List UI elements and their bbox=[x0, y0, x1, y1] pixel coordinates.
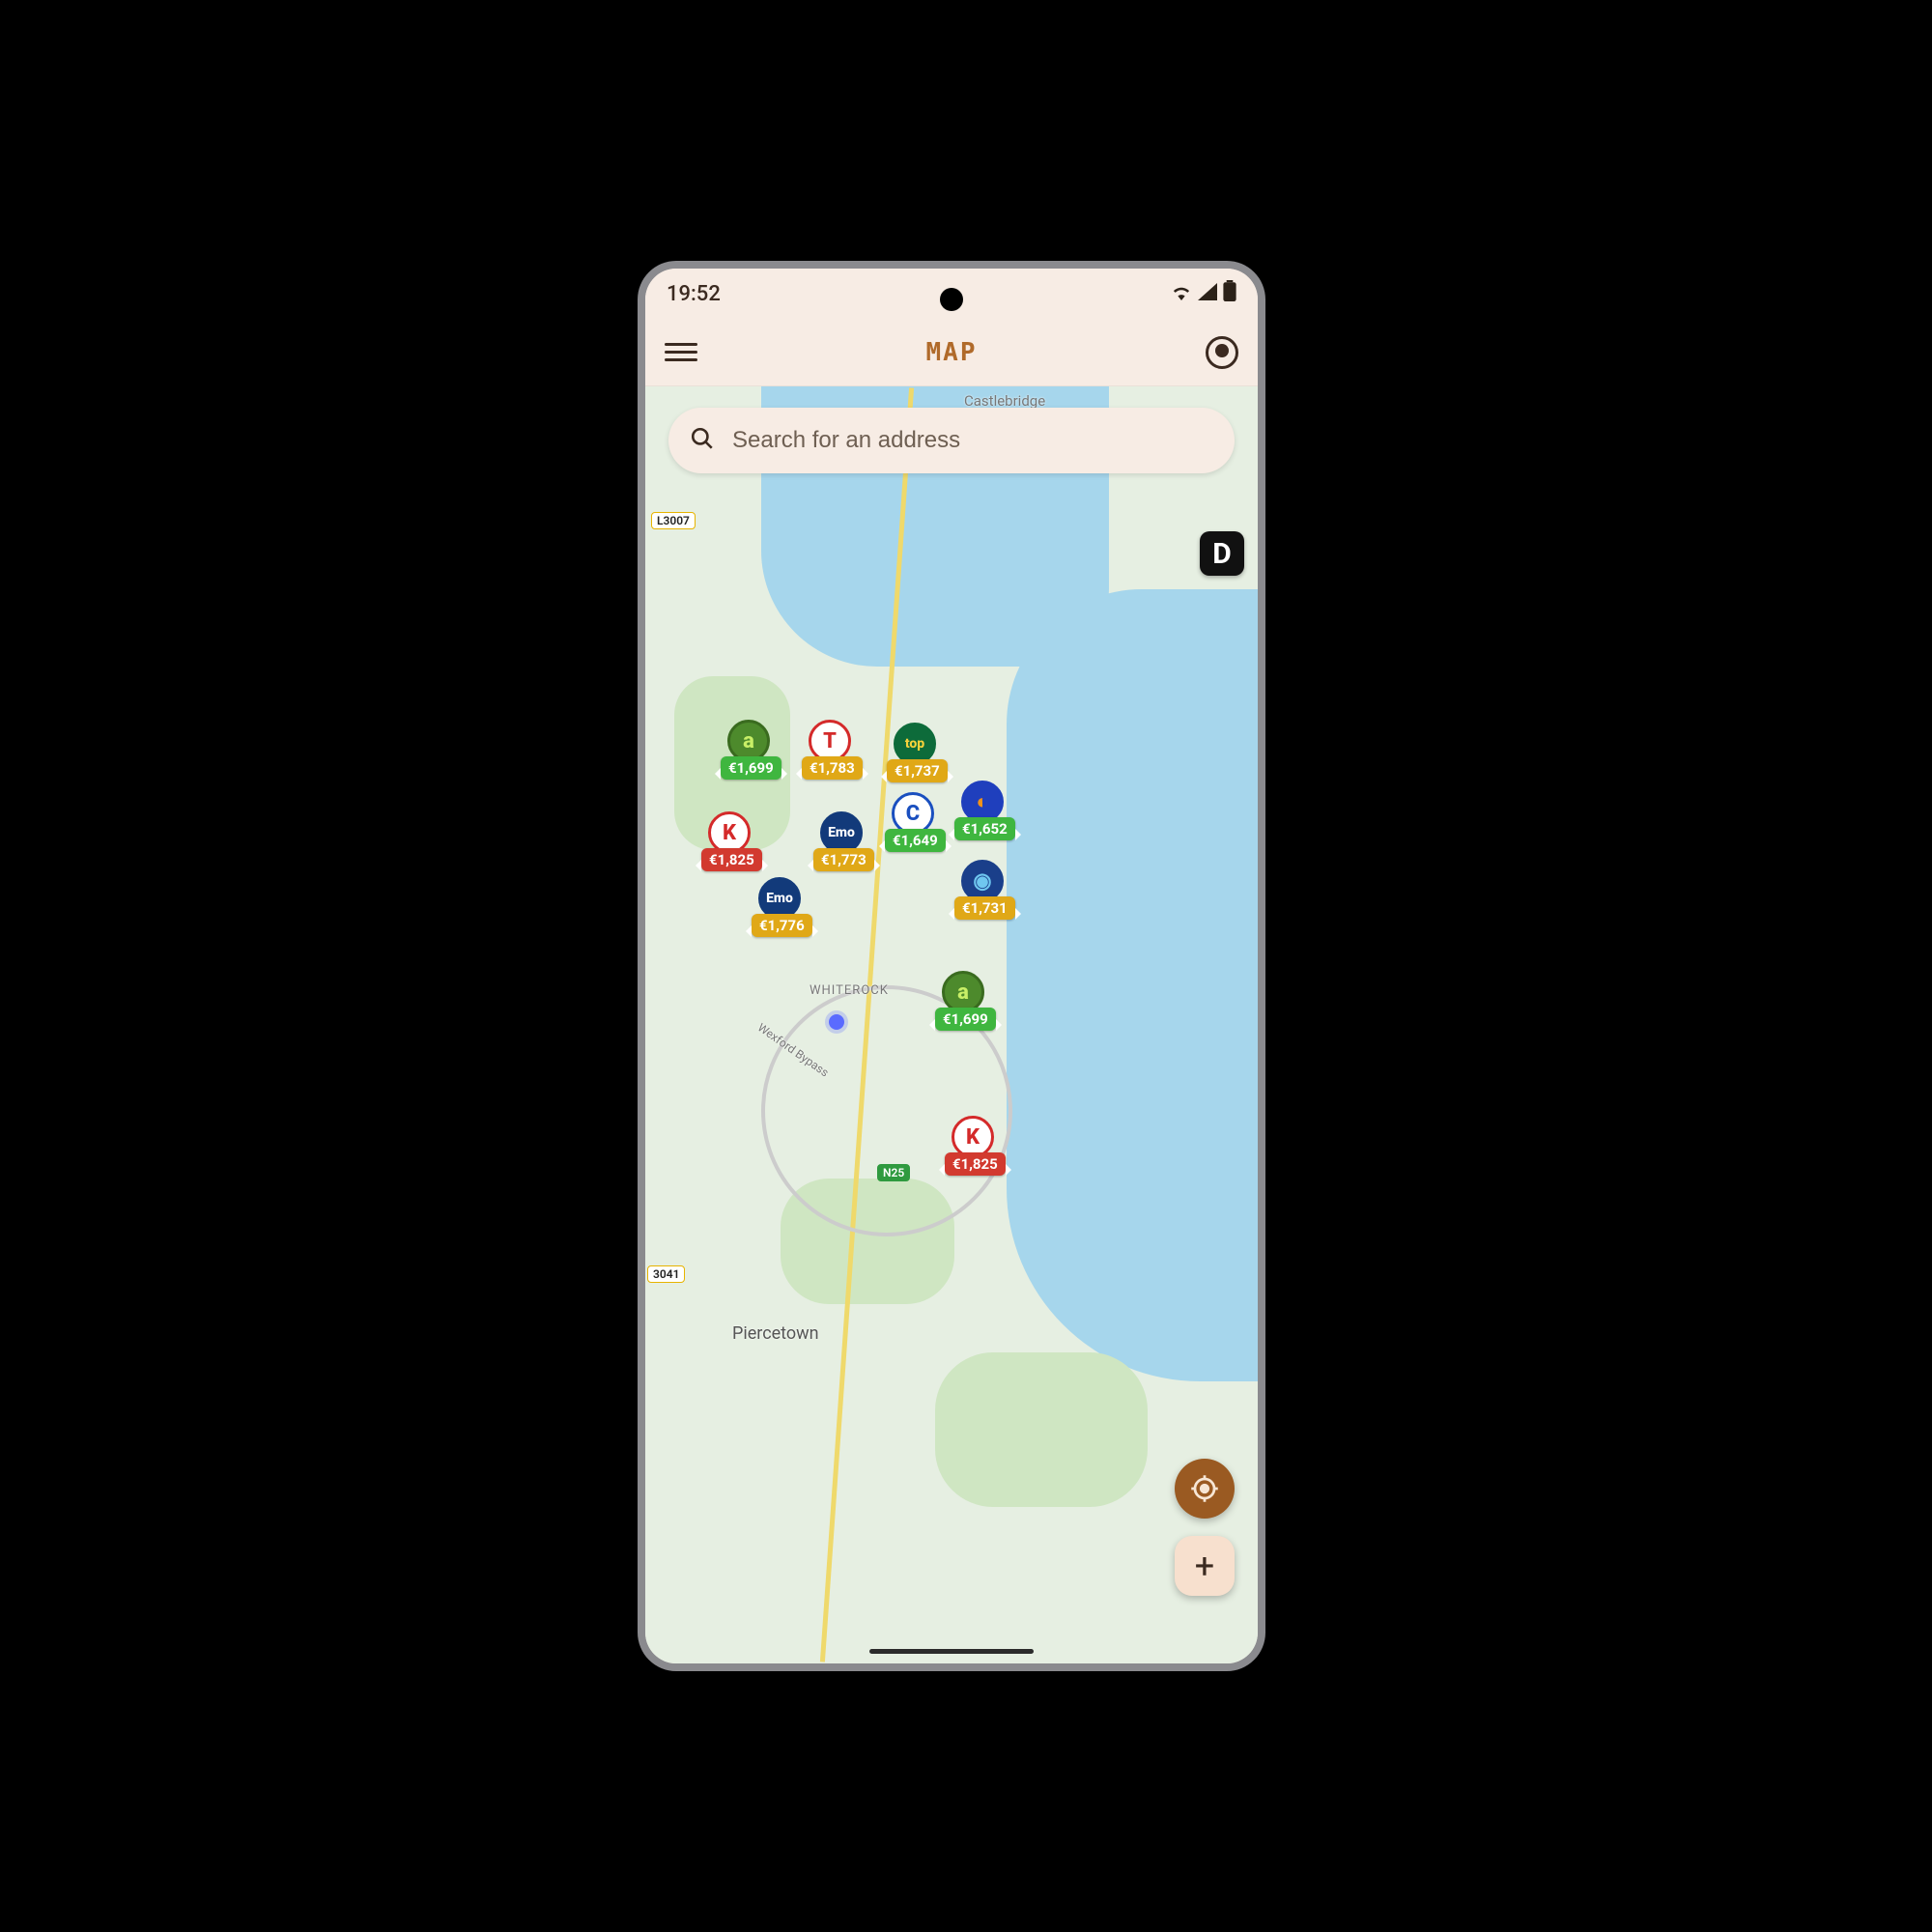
station-pin-maxol[interactable]: ◐€1,652 bbox=[954, 781, 1010, 860]
station-pin-emo[interactable]: Emo€1,773 bbox=[813, 811, 869, 891]
price-label: €1,737 bbox=[887, 759, 948, 782]
price-label: €1,649 bbox=[885, 829, 946, 852]
map-canvas[interactable]: Castlebridge WHITEROCK Piercetown Wexfor… bbox=[645, 386, 1258, 1663]
wifi-icon bbox=[1171, 282, 1192, 306]
map-place-label: Piercetown bbox=[732, 1323, 819, 1344]
station-pin-topoil[interactable]: top€1,737 bbox=[887, 723, 943, 802]
camera-hole-icon bbox=[940, 288, 963, 311]
fuel-type-toggle[interactable]: D bbox=[1200, 531, 1244, 576]
station-pin-circlek[interactable]: K€1,825 bbox=[945, 1116, 1001, 1195]
phone-frame: 19:52 MAP bbox=[638, 261, 1265, 1671]
menu-icon[interactable] bbox=[665, 336, 697, 369]
locate-me-button[interactable] bbox=[1175, 1459, 1235, 1519]
price-label: €1,731 bbox=[954, 896, 1015, 920]
station-pin-applegreen[interactable]: a€1,699 bbox=[721, 720, 777, 799]
add-station-button[interactable]: + bbox=[1175, 1536, 1235, 1596]
app-bar: MAP bbox=[645, 319, 1258, 386]
search-bar[interactable] bbox=[668, 408, 1235, 473]
price-label: €1,652 bbox=[954, 817, 1015, 840]
station-pin-applegreen[interactable]: a€1,699 bbox=[935, 971, 991, 1050]
battery-icon bbox=[1223, 280, 1236, 307]
price-label: €1,783 bbox=[802, 756, 863, 780]
road-badge: L3007 bbox=[651, 512, 696, 529]
phone-screen: 19:52 MAP bbox=[645, 269, 1258, 1663]
map-water bbox=[1007, 589, 1258, 1381]
price-label: €1,699 bbox=[935, 1008, 996, 1031]
map-park bbox=[935, 1352, 1148, 1507]
price-label: €1,825 bbox=[945, 1152, 1006, 1176]
price-label: €1,773 bbox=[813, 848, 874, 871]
cellular-icon bbox=[1198, 282, 1217, 306]
price-label: €1,825 bbox=[701, 848, 762, 871]
station-pin-circlek[interactable]: K€1,825 bbox=[701, 811, 757, 891]
status-icons bbox=[1171, 280, 1236, 307]
station-pin-go[interactable]: ◉€1,731 bbox=[954, 860, 1010, 939]
search-icon bbox=[690, 426, 715, 455]
price-label: €1,776 bbox=[752, 914, 812, 937]
road-badge: 3041 bbox=[647, 1265, 685, 1283]
station-pin-certa[interactable]: C€1,649 bbox=[885, 792, 941, 871]
map-place-label: WHITEROCK bbox=[810, 983, 889, 998]
station-pin-emo[interactable]: Emo€1,776 bbox=[752, 877, 808, 956]
profile-icon[interactable] bbox=[1206, 336, 1238, 369]
home-indicator[interactable] bbox=[869, 1649, 1034, 1654]
station-pin-texaco[interactable]: T€1,783 bbox=[802, 720, 858, 799]
status-time: 19:52 bbox=[667, 282, 721, 306]
user-location-dot bbox=[829, 1014, 844, 1030]
search-input[interactable] bbox=[732, 427, 1213, 454]
page-title: MAP bbox=[926, 338, 978, 367]
price-label: €1,699 bbox=[721, 756, 781, 780]
road-badge: N25 bbox=[877, 1164, 910, 1181]
